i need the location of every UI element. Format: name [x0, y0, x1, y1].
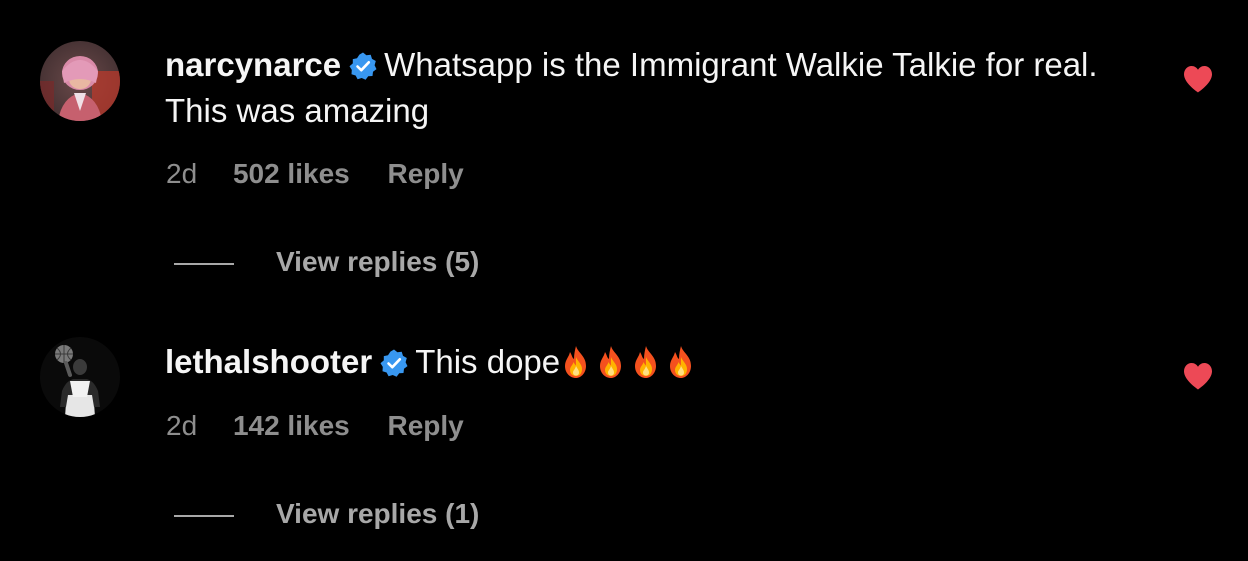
view-replies-button[interactable]: View replies (5)	[174, 244, 479, 280]
user-avatar[interactable]	[40, 41, 120, 121]
reply-button[interactable]: Reply	[388, 410, 464, 441]
comment-item: narcynarce Whatsapp is the Immigrant Walk…	[0, 0, 1248, 300]
username[interactable]: lethalshooter	[165, 343, 372, 380]
view-replies-label: View replies (1)	[276, 498, 480, 529]
avatar-person-basketball-icon	[40, 337, 120, 417]
fire-emoji-icon	[665, 345, 697, 379]
verified-badge-icon	[379, 348, 409, 378]
comment-time: 2d	[166, 410, 198, 441]
view-replies-button[interactable]: View replies (1)	[174, 496, 479, 532]
like-heart-icon[interactable]	[1182, 361, 1214, 391]
view-replies-label: View replies (5)	[276, 246, 480, 277]
avatar-person-pink-hood-icon	[40, 41, 120, 121]
like-heart-icon[interactable]	[1182, 64, 1214, 94]
comment-text: This dope	[415, 343, 561, 380]
fire-emoji-icon	[630, 345, 662, 379]
divider-line	[174, 514, 234, 517]
fire-emoji-icon	[595, 345, 627, 379]
reply-button[interactable]: Reply	[388, 158, 464, 189]
comment-meta: 2d 502 likes Reply	[166, 156, 464, 192]
comment-meta: 2d 142 likes Reply	[166, 408, 464, 444]
comment-body: narcynarce Whatsapp is the Immigrant Walk…	[165, 42, 1125, 134]
likes-count[interactable]: 142 likes	[233, 410, 350, 441]
fire-emoji-icon	[560, 345, 592, 379]
divider-line	[174, 262, 234, 265]
verified-badge-icon	[348, 51, 378, 81]
likes-count[interactable]: 502 likes	[233, 158, 350, 189]
user-avatar[interactable]	[40, 337, 120, 417]
comment-item: lethalshooter This dope 2d 142 likes Repl…	[0, 300, 1248, 561]
username[interactable]: narcynarce	[165, 46, 341, 83]
comment-time: 2d	[166, 158, 198, 189]
comment-body: lethalshooter This dope	[165, 339, 1125, 385]
